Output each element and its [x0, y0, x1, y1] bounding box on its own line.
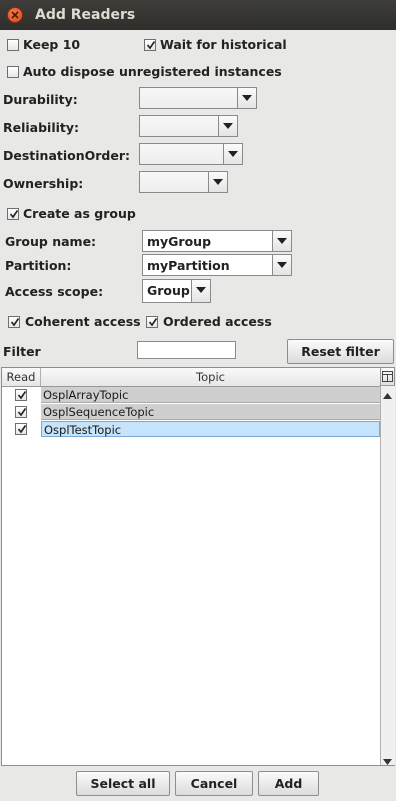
scroll-up-icon[interactable]: [383, 388, 392, 402]
keep10-label: Keep 10: [23, 37, 81, 52]
reliability-label: Reliability:: [3, 120, 80, 135]
partition-label: Partition:: [5, 258, 72, 273]
durability-combo[interactable]: [139, 87, 257, 109]
durability-label: Durability:: [3, 92, 78, 107]
add-button[interactable]: Add: [258, 771, 319, 796]
chevron-down-icon[interactable]: [272, 231, 291, 251]
cancel-button[interactable]: Cancel: [175, 771, 253, 796]
read-checkbox[interactable]: [15, 389, 27, 401]
chevron-down-icon[interactable]: [223, 144, 242, 164]
group-name-label: Group name:: [5, 234, 97, 249]
table-row[interactable]: OsplArrayTopic: [2, 387, 380, 404]
wait-historical-label: Wait for historical: [160, 37, 287, 52]
create-as-group-checkbox[interactable]: [7, 208, 19, 220]
read-checkbox[interactable]: [15, 423, 27, 435]
access-scope-label: Access scope:: [5, 284, 104, 299]
title-bar: Add Readers: [0, 0, 396, 30]
chevron-down-icon[interactable]: [191, 280, 210, 302]
wait-historical-checkbox[interactable]: [144, 39, 156, 51]
ownership-combo[interactable]: [139, 171, 228, 193]
window-title: Add Readers: [35, 7, 136, 23]
create-as-group-label: Create as group: [23, 206, 136, 221]
group-name-combo[interactable]: myGroup: [142, 230, 292, 252]
table-row[interactable]: OsplSequenceTopic: [2, 404, 380, 421]
vertical-scrollbar[interactable]: [380, 386, 395, 765]
table-row[interactable]: OsplTestTopic: [2, 421, 380, 438]
read-checkbox[interactable]: [15, 406, 27, 418]
ordered-access-label: Ordered access: [163, 314, 272, 329]
table-header: Read Topic: [2, 368, 380, 387]
chevron-down-icon[interactable]: [272, 255, 291, 275]
access-scope-combo[interactable]: Group: [142, 279, 211, 303]
ownership-label: Ownership:: [3, 176, 84, 191]
coherent-access-checkbox[interactable]: [8, 316, 20, 328]
column-header-read[interactable]: Read: [2, 368, 41, 386]
select-all-button[interactable]: Select all: [76, 771, 170, 796]
chevron-down-icon[interactable]: [237, 88, 256, 108]
chevron-down-icon[interactable]: [218, 116, 237, 136]
destination-order-combo[interactable]: [139, 143, 243, 165]
topic-cell: OsplArrayTopic: [41, 387, 380, 403]
partition-combo[interactable]: myPartition: [142, 254, 292, 276]
keep10-checkbox[interactable]: [7, 39, 19, 51]
auto-dispose-label: Auto dispose unregistered instances: [23, 64, 282, 79]
scroll-down-icon[interactable]: [383, 754, 392, 768]
filter-input[interactable]: [137, 341, 236, 359]
close-icon[interactable]: [7, 7, 23, 23]
reset-filter-button[interactable]: Reset filter: [287, 339, 394, 364]
chevron-down-icon[interactable]: [208, 172, 227, 192]
reliability-combo[interactable]: [139, 115, 238, 137]
coherent-access-label: Coherent access: [25, 314, 141, 329]
column-header-topic[interactable]: Topic: [41, 368, 380, 386]
ordered-access-checkbox[interactable]: [146, 316, 158, 328]
topic-cell: OsplSequenceTopic: [41, 404, 380, 420]
filter-label: Filter: [3, 344, 41, 359]
auto-dispose-checkbox[interactable]: [7, 66, 19, 78]
column-control-icon[interactable]: [380, 368, 394, 386]
topic-cell-selected: OsplTestTopic: [41, 421, 380, 437]
topics-table: Read Topic OsplArrayTopic OsplSequenceTo…: [1, 367, 395, 766]
destination-order-label: DestinationOrder:: [3, 148, 131, 163]
